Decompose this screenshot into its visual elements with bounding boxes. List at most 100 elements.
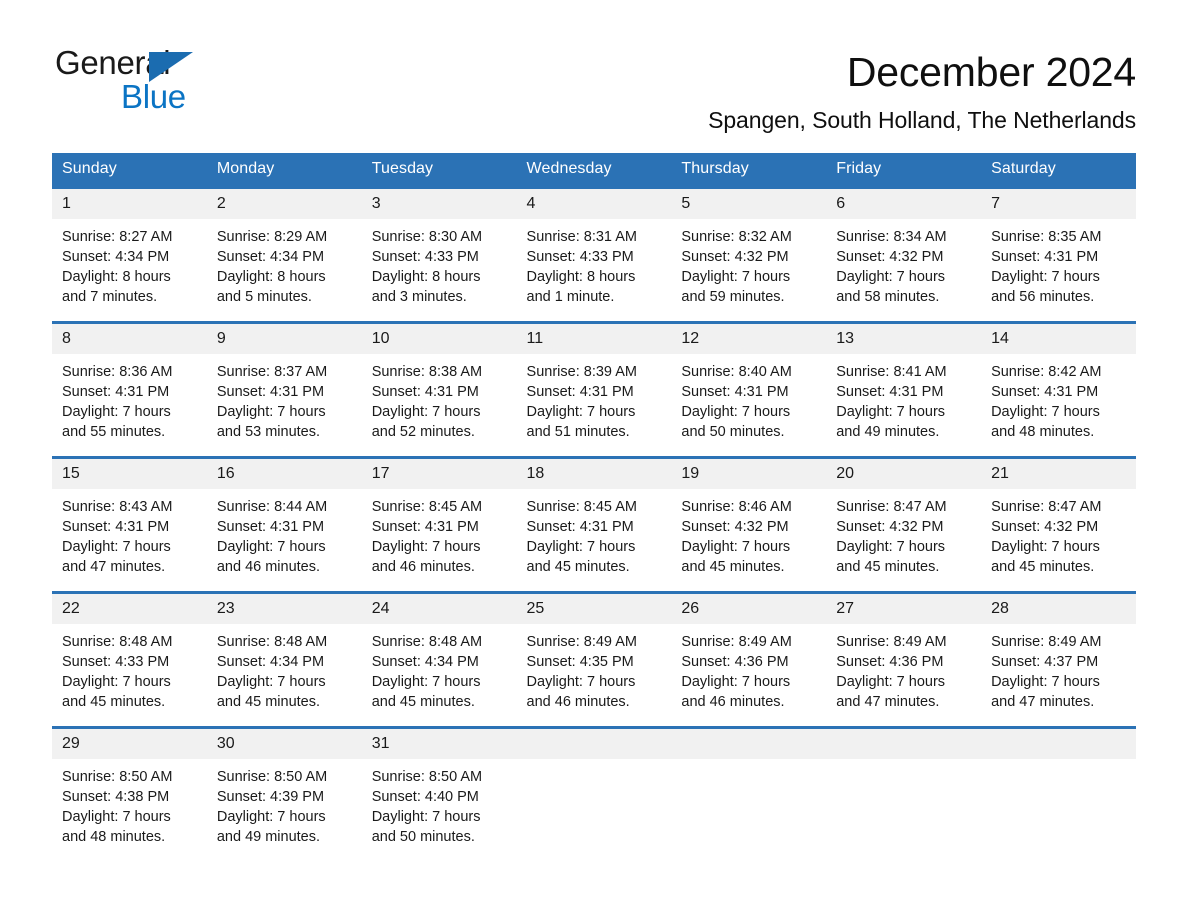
daylight-text-line2: and 52 minutes. (371, 424, 475, 440)
day-cell[interactable]: 20 Sunrise: 8:47 AM Sunset: 4:32 PM Dayl… (826, 456, 982, 577)
day-details: Sunrise: 8:41 AM Sunset: 4:31 PM Dayligh… (826, 354, 981, 442)
daylight-text-line2: and 51 minutes. (526, 424, 630, 440)
day-cell[interactable]: 1 Sunrise: 8:27 AM Sunset: 4:34 PM Dayli… (52, 186, 207, 307)
day-cell[interactable]: 9 Sunrise: 8:37 AM Sunset: 4:31 PM Dayli… (206, 321, 362, 442)
day-number: 11 (516, 324, 672, 354)
daylight-text-line2: and 46 minutes. (526, 694, 630, 710)
day-cell[interactable]: 7 Sunrise: 8:35 AM Sunset: 4:31 PM Dayli… (981, 186, 1136, 307)
day-details: Sunrise: 8:50 AM Sunset: 4:38 PM Dayligh… (52, 759, 207, 847)
day-details: Sunrise: 8:48 AM Sunset: 4:33 PM Dayligh… (52, 624, 207, 712)
day-cell[interactable]: 26 Sunrise: 8:49 AM Sunset: 4:36 PM Dayl… (671, 591, 827, 712)
day-cell[interactable]: 5 Sunrise: 8:32 AM Sunset: 4:32 PM Dayli… (671, 186, 827, 307)
day-details: Sunrise: 8:36 AM Sunset: 4:31 PM Dayligh… (52, 354, 207, 442)
weekday-header-wednesday: Wednesday (516, 153, 672, 188)
week-spacer (52, 712, 1136, 728)
day-details: Sunrise: 8:38 AM Sunset: 4:31 PM Dayligh… (362, 354, 517, 442)
week-row: 1 Sunrise: 8:27 AM Sunset: 4:34 PM Dayli… (52, 186, 1136, 307)
sunset-text: Sunset: 4:31 PM (371, 519, 479, 535)
sunrise-text: Sunrise: 8:50 AM (62, 769, 173, 785)
day-number: 20 (826, 459, 982, 489)
sunset-text: Sunset: 4:36 PM (836, 654, 944, 670)
day-cell[interactable]: 29 Sunrise: 8:50 AM Sunset: 4:38 PM Dayl… (52, 726, 207, 847)
day-number: 22 (52, 594, 207, 624)
daylight-text-line1: Daylight: 7 hours (836, 539, 946, 555)
day-cell[interactable]: 22 Sunrise: 8:48 AM Sunset: 4:33 PM Dayl… (52, 591, 207, 712)
daylight-text-line2: and 47 minutes. (991, 694, 1095, 710)
sunrise-text: Sunrise: 8:41 AM (836, 364, 947, 380)
day-cell[interactable]: 8 Sunrise: 8:36 AM Sunset: 4:31 PM Dayli… (52, 321, 207, 442)
day-cell[interactable]: 2 Sunrise: 8:29 AM Sunset: 4:34 PM Dayli… (206, 186, 362, 307)
daylight-text-line2: and 53 minutes. (216, 424, 321, 440)
day-cell[interactable]: 23 Sunrise: 8:48 AM Sunset: 4:34 PM Dayl… (206, 591, 362, 712)
sunset-text: Sunset: 4:40 PM (371, 789, 479, 805)
daylight-text-line2: and 7 minutes. (62, 289, 158, 305)
daylight-text-line1: Daylight: 7 hours (216, 539, 326, 555)
day-number: 13 (826, 324, 982, 354)
day-cell[interactable]: 31 Sunrise: 8:50 AM Sunset: 4:40 PM Dayl… (361, 726, 517, 847)
day-number (981, 729, 1136, 759)
sunrise-text: Sunrise: 8:35 AM (991, 229, 1102, 245)
sunset-text: Sunset: 4:31 PM (991, 384, 1099, 400)
weekday-header-saturday: Saturday (981, 153, 1136, 188)
daylight-text-line2: and 59 minutes. (681, 289, 785, 305)
day-cell[interactable]: 27 Sunrise: 8:49 AM Sunset: 4:36 PM Dayl… (826, 591, 982, 712)
daylight-text-line2: and 5 minutes. (216, 289, 312, 305)
sunset-text: Sunset: 4:34 PM (216, 249, 325, 265)
day-cell[interactable]: 16 Sunrise: 8:44 AM Sunset: 4:31 PM Dayl… (206, 456, 362, 577)
day-cell[interactable]: 11 Sunrise: 8:39 AM Sunset: 4:31 PM Dayl… (516, 321, 672, 442)
week-spacer (52, 577, 1136, 593)
day-cell[interactable]: 25 Sunrise: 8:49 AM Sunset: 4:35 PM Dayl… (516, 591, 672, 712)
day-cell[interactable]: 15 Sunrise: 8:43 AM Sunset: 4:31 PM Dayl… (52, 456, 207, 577)
daylight-text-line1: Daylight: 7 hours (216, 809, 326, 825)
generalblue-logo[interactable]: General Blue (55, 46, 235, 116)
title-block: December 2024 Spangen, South Holland, Th… (708, 46, 1136, 136)
sunrise-text: Sunrise: 8:27 AM (62, 229, 173, 245)
day-details: Sunrise: 8:30 AM Sunset: 4:33 PM Dayligh… (362, 219, 517, 307)
week-row: 8 Sunrise: 8:36 AM Sunset: 4:31 PM Dayli… (52, 321, 1136, 442)
page-title: December 2024 (846, 49, 1136, 95)
daylight-text-line2: and 46 minutes. (371, 559, 475, 575)
day-cell-empty (826, 726, 982, 847)
day-details: Sunrise: 8:47 AM Sunset: 4:32 PM Dayligh… (826, 489, 981, 577)
calendar-header-row: Sunday Monday Tuesday Wednesday Thursday… (52, 153, 1136, 188)
sunset-text: Sunset: 4:31 PM (681, 384, 789, 400)
daylight-text-line2: and 48 minutes. (991, 424, 1095, 440)
week-spacer (52, 442, 1136, 458)
calendar-table: Sunday Monday Tuesday Wednesday Thursday… (52, 153, 1136, 847)
day-number: 23 (206, 594, 362, 624)
sunrise-text: Sunrise: 8:48 AM (216, 634, 328, 650)
daylight-text-line1: Daylight: 7 hours (991, 674, 1100, 690)
day-cell[interactable]: 30 Sunrise: 8:50 AM Sunset: 4:39 PM Dayl… (206, 726, 362, 847)
day-cell[interactable]: 24 Sunrise: 8:48 AM Sunset: 4:34 PM Dayl… (361, 591, 517, 712)
week-spacer (52, 307, 1136, 323)
day-cell[interactable]: 6 Sunrise: 8:34 AM Sunset: 4:32 PM Dayli… (826, 186, 982, 307)
day-cell[interactable]: 12 Sunrise: 8:40 AM Sunset: 4:31 PM Dayl… (671, 321, 827, 442)
day-number (826, 729, 982, 759)
sunset-text: Sunset: 4:31 PM (371, 384, 479, 400)
day-number: 7 (981, 189, 1136, 219)
day-cell[interactable]: 3 Sunrise: 8:30 AM Sunset: 4:33 PM Dayli… (361, 186, 517, 307)
day-details (671, 759, 826, 767)
day-cell[interactable]: 21 Sunrise: 8:47 AM Sunset: 4:32 PM Dayl… (981, 456, 1136, 577)
day-cell[interactable]: 17 Sunrise: 8:45 AM Sunset: 4:31 PM Dayl… (361, 456, 517, 577)
sunrise-text: Sunrise: 8:31 AM (526, 229, 637, 245)
sunrise-text: Sunrise: 8:50 AM (216, 769, 328, 785)
day-cell[interactable]: 18 Sunrise: 8:45 AM Sunset: 4:31 PM Dayl… (516, 456, 672, 577)
sunrise-text: Sunrise: 8:49 AM (991, 634, 1102, 650)
daylight-text-line1: Daylight: 7 hours (371, 539, 481, 555)
sunset-text: Sunset: 4:39 PM (216, 789, 325, 805)
sunrise-text: Sunrise: 8:42 AM (991, 364, 1102, 380)
day-cell[interactable]: 28 Sunrise: 8:49 AM Sunset: 4:37 PM Dayl… (981, 591, 1136, 712)
daylight-text-line1: Daylight: 7 hours (681, 539, 791, 555)
day-details (981, 759, 1136, 767)
daylight-text-line1: Daylight: 7 hours (62, 404, 171, 420)
day-cell[interactable]: 19 Sunrise: 8:46 AM Sunset: 4:32 PM Dayl… (671, 456, 827, 577)
day-cell[interactable]: 14 Sunrise: 8:42 AM Sunset: 4:31 PM Dayl… (981, 321, 1136, 442)
day-cell[interactable]: 13 Sunrise: 8:41 AM Sunset: 4:31 PM Dayl… (826, 321, 982, 442)
sunset-text: Sunset: 4:32 PM (836, 519, 944, 535)
sunrise-text: Sunrise: 8:48 AM (371, 634, 483, 650)
sunset-text: Sunset: 4:31 PM (526, 519, 634, 535)
day-cell[interactable]: 10 Sunrise: 8:38 AM Sunset: 4:31 PM Dayl… (361, 321, 517, 442)
day-cell[interactable]: 4 Sunrise: 8:31 AM Sunset: 4:33 PM Dayli… (516, 186, 672, 307)
sunrise-text: Sunrise: 8:32 AM (681, 229, 792, 245)
